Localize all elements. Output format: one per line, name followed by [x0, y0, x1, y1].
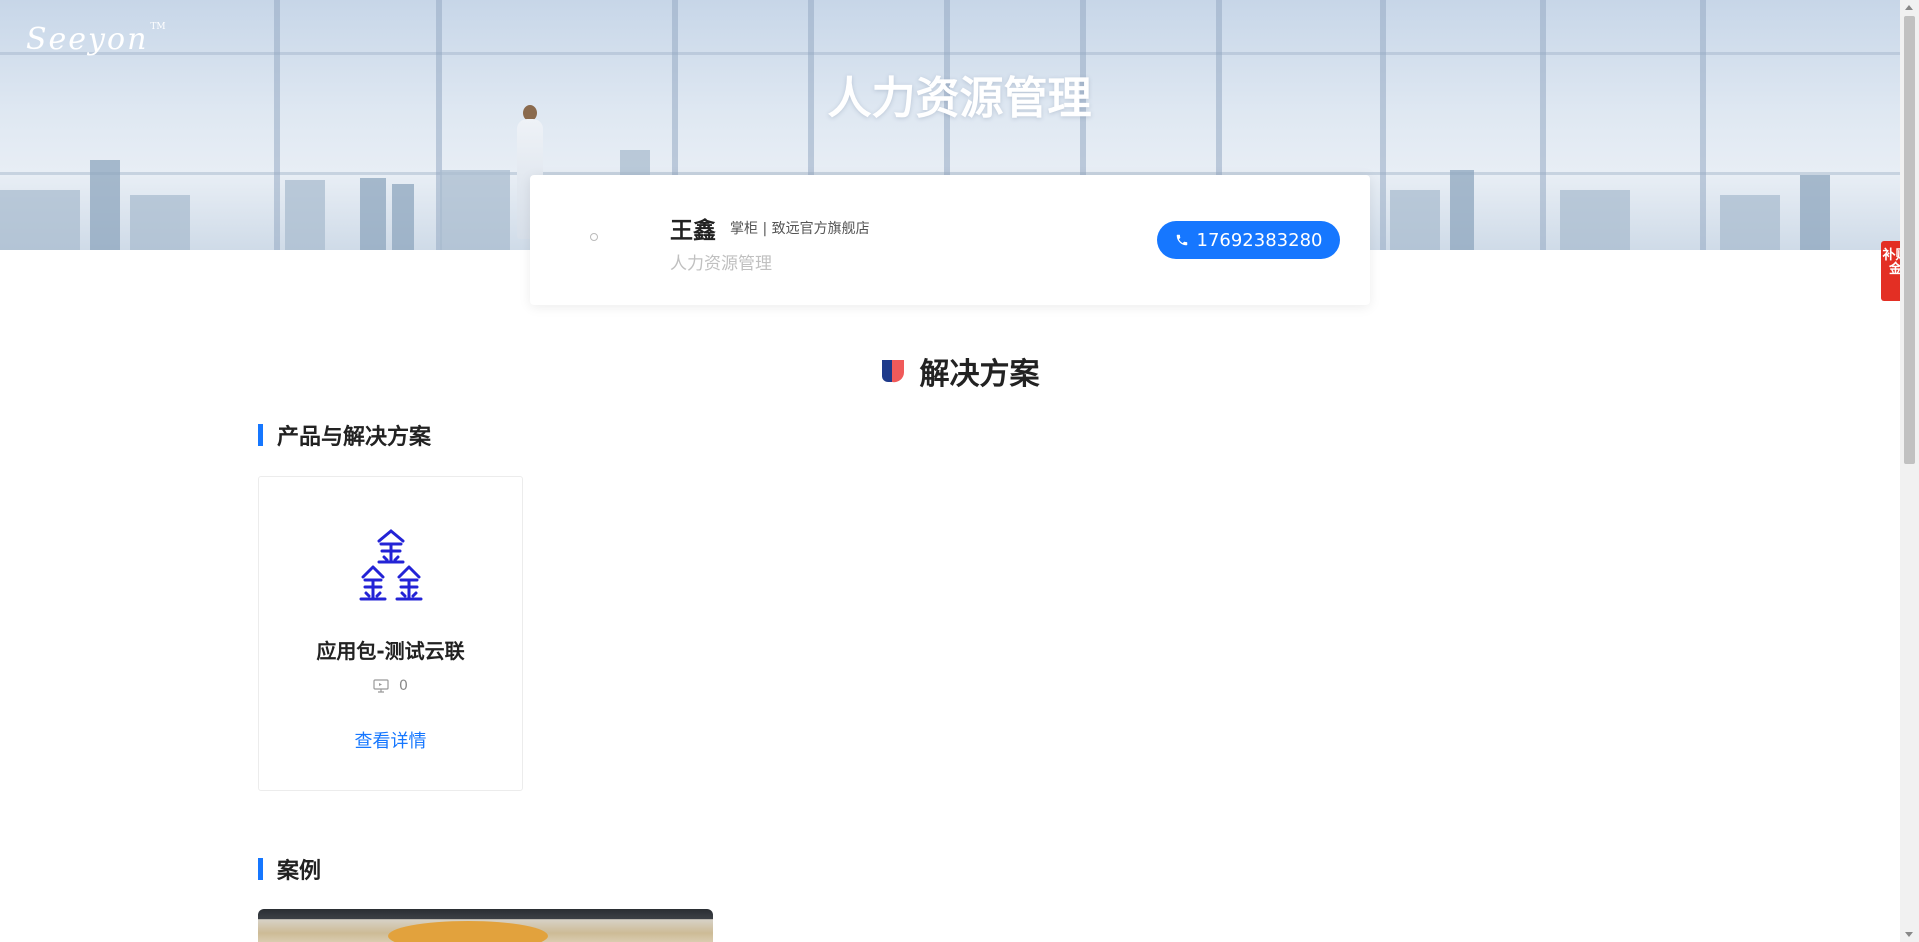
- products-heading: 产品与解决方案: [258, 419, 431, 451]
- contact-subtitle: 人力资源管理: [670, 254, 772, 274]
- heading-bar: [258, 424, 263, 446]
- monitor-icon: [373, 679, 389, 693]
- city-skyline: [285, 180, 325, 250]
- heading-bar: [258, 858, 263, 880]
- product-card[interactable]: 应用包-测试云联 0 查看详情: [258, 476, 523, 791]
- seeyon-logo[interactable]: Seeyon TM: [26, 22, 166, 57]
- view-count: 0: [399, 678, 408, 694]
- contact-role: 掌柜 | 致远官方旗舰店: [730, 221, 870, 237]
- window-rail: [0, 52, 1900, 55]
- scroll-up-arrow[interactable]: [1905, 5, 1913, 10]
- product-name: 应用包-测试云联: [316, 639, 465, 663]
- section-title: 解决方案: [919, 357, 1040, 392]
- product-views: 0: [259, 678, 522, 694]
- scroll-down-arrow[interactable]: [1905, 932, 1913, 937]
- view-details-link[interactable]: 查看详情: [259, 727, 522, 753]
- products-heading-label: 产品与解决方案: [277, 425, 432, 450]
- page-title: 人力资源管理: [827, 73, 1092, 124]
- contact-card: 王鑫 掌柜 | 致远官方旗舰店 人力资源管理 17692383280: [530, 175, 1370, 305]
- city-skyline: [392, 184, 414, 250]
- cases-heading-label: 案例: [277, 859, 322, 884]
- city-skyline: [1450, 170, 1474, 250]
- phone-number: 17692383280: [1196, 229, 1323, 251]
- city-skyline: [0, 190, 80, 250]
- city-skyline: [1560, 190, 1630, 250]
- phone-button[interactable]: 17692383280: [1157, 221, 1340, 259]
- phone-icon: [1176, 234, 1187, 246]
- contact-name: 王鑫: [670, 218, 716, 244]
- cases-heading: 案例: [258, 853, 321, 885]
- city-skyline: [90, 160, 120, 250]
- city-skyline: [1390, 190, 1440, 250]
- case-image-detail: [388, 921, 548, 942]
- vertical-scrollbar[interactable]: [1900, 0, 1919, 942]
- city-skyline: [130, 195, 190, 250]
- city-skyline: [440, 170, 510, 250]
- solution-icon: [881, 360, 904, 383]
- avatar: [590, 233, 598, 241]
- scrollbar-thumb[interactable]: [1904, 16, 1915, 464]
- city-skyline: [1720, 195, 1780, 250]
- product-logo: [359, 529, 423, 601]
- city-skyline: [360, 178, 386, 250]
- page: Seeyon TM 人力资源管理 王鑫 掌柜 | 致远官方旗舰店 人力资源管理 1…: [0, 0, 1919, 942]
- city-skyline: [1800, 175, 1830, 250]
- case-image[interactable]: [258, 909, 713, 942]
- section-heading: 解决方案: [0, 349, 1919, 393]
